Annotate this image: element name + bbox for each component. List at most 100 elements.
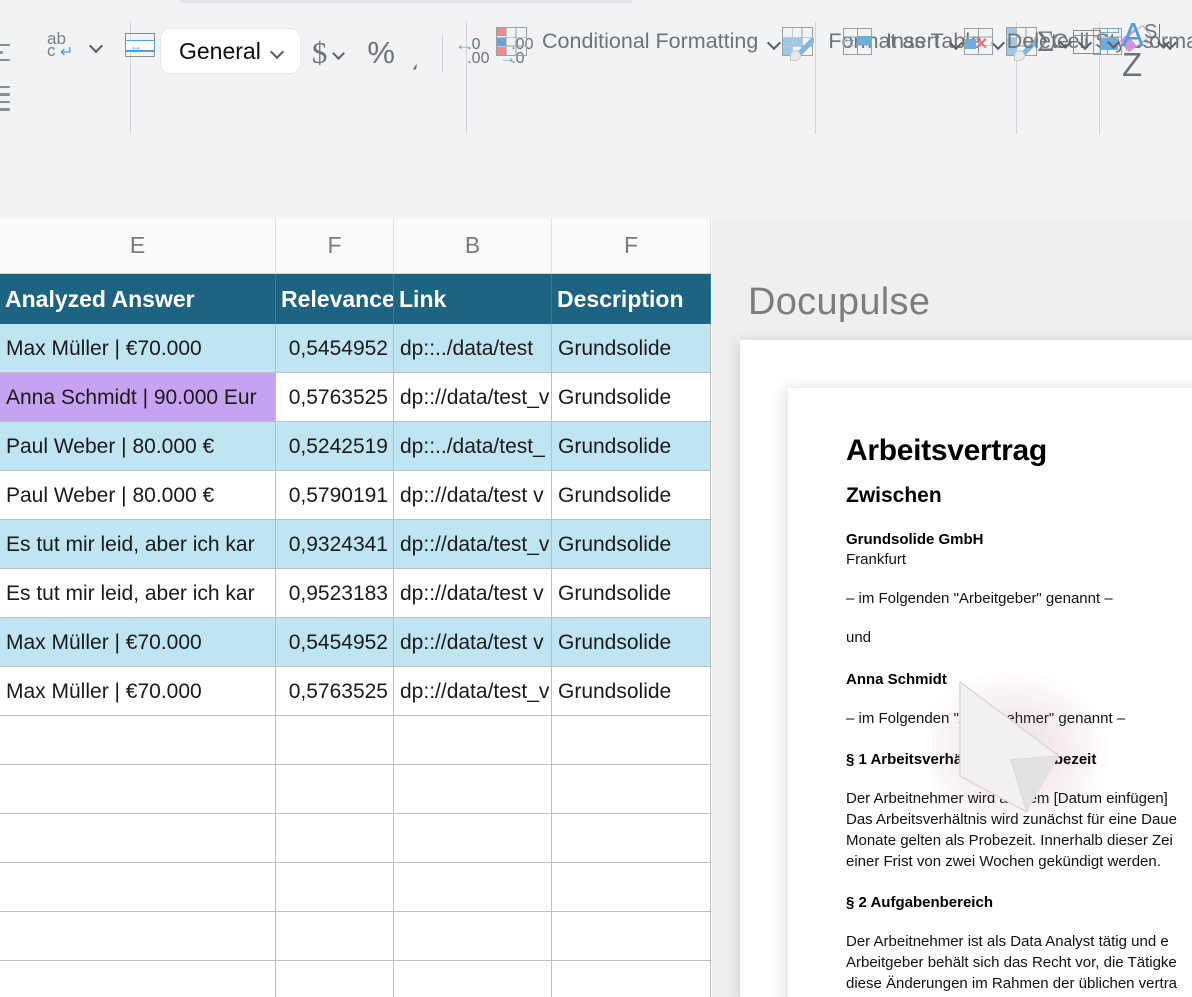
table-row-empty[interactable]	[0, 961, 712, 997]
table-row-empty[interactable]	[0, 863, 712, 912]
table-row[interactable]: Paul Weber | 80.000 €0,5790191 dp:://data…	[0, 471, 712, 520]
wrap-text-icon: ab c ↵	[47, 29, 74, 61]
percent-format-button[interactable]: %	[367, 35, 395, 71]
table-cell[interactable]: Grundsolide	[552, 373, 711, 422]
number-format-select[interactable]: General	[161, 29, 300, 73]
table-cell[interactable]: dp:://data/test_v	[394, 373, 552, 422]
employer-note: – im Folgenden "Arbeitgeber" genannt –	[846, 590, 1113, 607]
align-center-icon[interactable]	[0, 44, 10, 66]
table-cell-empty[interactable]	[276, 765, 394, 814]
table-cell-empty[interactable]	[394, 961, 552, 997]
table-cell-empty[interactable]	[0, 912, 276, 961]
table-cell-empty[interactable]	[394, 863, 552, 912]
table-cell[interactable]: Max Müller | €70.000	[0, 324, 276, 373]
table-cell[interactable]: 0,9523183	[276, 569, 394, 618]
table-cell[interactable]: Max Müller | €70.000	[0, 667, 276, 716]
insert-cells-button[interactable]: ← Insert	[842, 22, 963, 61]
table-cell[interactable]: dp::../data/test	[394, 324, 552, 373]
table-cell-empty[interactable]	[0, 961, 276, 997]
table-cell[interactable]: 0,5763525	[276, 667, 394, 716]
styles-group: Conditional Formatting Format as Table C…	[467, 18, 1154, 153]
section-1-title: § 1 Arbeitsverhältnis und Probezeit	[846, 751, 1097, 768]
autosum-button[interactable]: Σ	[1037, 22, 1072, 61]
table-cell-empty[interactable]	[394, 912, 552, 961]
comma-style-button[interactable]: ͵	[410, 35, 420, 71]
table-cell[interactable]: dp:://data/test v	[394, 569, 552, 618]
column-letter-b[interactable]: B	[394, 218, 552, 273]
table-cell[interactable]: 0,5454952	[276, 324, 394, 373]
table-cell-empty[interactable]	[394, 814, 552, 863]
table-cell[interactable]: dp:://data/test v	[394, 618, 552, 667]
table-cell[interactable]: Paul Weber | 80.000 €	[0, 422, 276, 471]
table-cell-empty[interactable]	[552, 912, 711, 961]
table-cell-empty[interactable]	[394, 765, 552, 814]
table-cell[interactable]: Es tut mir leid, aber ich kar	[0, 569, 276, 618]
table-row-empty[interactable]	[0, 814, 712, 863]
chevron-down-icon[interactable]	[333, 47, 345, 59]
table-cell-empty[interactable]	[552, 863, 711, 912]
table-cell-empty[interactable]	[0, 814, 276, 863]
excel-ribbon: abc↵ ↔ ab↗	[0, 0, 1192, 218]
align-justify-icon[interactable]	[0, 86, 10, 116]
table-cell[interactable]: Grundsolide	[552, 324, 711, 373]
table-row[interactable]: Anna Schmidt | 90.000 Eur 0,5763525 dp:://…	[0, 373, 712, 422]
table-cell[interactable]: Es tut mir leid, aber ich kar	[0, 520, 276, 569]
table-cell[interactable]: Max Müller | €70.000	[0, 618, 276, 667]
sort-filter-group[interactable]: A Z S F	[1100, 18, 1160, 153]
column-letter-f2[interactable]: F	[552, 218, 711, 273]
table-row[interactable]: Max Müller | €70.000 0,5454952 dp::../data…	[0, 324, 712, 373]
table-cell-empty[interactable]	[394, 716, 552, 765]
table-row[interactable]: Max Müller | €70.000 0,5454952 dp:://data/…	[0, 618, 712, 667]
section-2-body: Der Arbeitnehmer ist als Data Analyst tä…	[846, 931, 1192, 994]
table-cell[interactable]: Grundsolide	[552, 422, 711, 471]
chevron-down-icon[interactable]	[1158, 36, 1170, 48]
table-cell-empty[interactable]	[552, 961, 711, 997]
table-cell-empty[interactable]	[552, 716, 711, 765]
currency-format-button[interactable]: $	[312, 35, 328, 71]
table-cell[interactable]: dp::../data/test_	[394, 422, 552, 471]
table-cell-empty[interactable]	[276, 716, 394, 765]
table-row[interactable]: Es tut mir leid, aber ich kar 0,9324341 dp…	[0, 520, 712, 569]
table-cell[interactable]: Grundsolide	[552, 667, 711, 716]
table-cell[interactable]: Grundsolide	[552, 520, 711, 569]
table-cell[interactable]: dp:://data/test_v	[394, 667, 552, 716]
table-row-empty[interactable]	[0, 765, 712, 814]
table-cell[interactable]: 0,5242519	[276, 422, 394, 471]
table-row[interactable]: Max Müller | €70.000 0,5763525 dp:://data/…	[0, 667, 712, 716]
wrap-text-button[interactable]: ab c ↵	[26, 24, 103, 66]
chevron-down-icon[interactable]	[270, 44, 284, 58]
column-letter-e[interactable]: E	[0, 218, 276, 273]
table-cell[interactable]: 0,5454952	[276, 618, 394, 667]
spreadsheet-grid[interactable]: E F B F Analyzed Answer Relevance Link D…	[0, 218, 712, 997]
chevron-down-icon[interactable]	[767, 35, 781, 49]
chevron-down-icon[interactable]	[89, 38, 103, 52]
table-cell[interactable]: Grundsolide	[552, 471, 711, 520]
document-card[interactable]: Arbeitsvertrag Zwischen Grundsolide GmbH…	[788, 388, 1192, 997]
table-row-empty[interactable]	[0, 716, 712, 765]
table-cell[interactable]: Grundsolide	[552, 618, 711, 667]
table-cell[interactable]: Grundsolide	[552, 569, 711, 618]
table-cell-empty[interactable]	[276, 863, 394, 912]
column-letter-f[interactable]: F	[276, 218, 394, 273]
table-row[interactable]: Es tut mir leid, aber ich kar 0,9523183 dp…	[0, 569, 712, 618]
table-row[interactable]: Paul Weber | 80.000 €0,5242519 dp::../dat…	[0, 422, 712, 471]
table-cell[interactable]: 0,5790191	[276, 471, 394, 520]
table-cell-empty[interactable]	[0, 765, 276, 814]
chevron-down-icon[interactable]	[949, 35, 963, 49]
table-cell-empty[interactable]	[276, 814, 394, 863]
table-cell-empty[interactable]	[276, 912, 394, 961]
table-cell[interactable]: 0,9324341	[276, 520, 394, 569]
table-cell[interactable]: Paul Weber | 80.000 €	[0, 471, 276, 520]
chevron-down-icon[interactable]	[1060, 36, 1072, 48]
table-cell-empty[interactable]	[0, 863, 276, 912]
table-cell[interactable]: dp:://data/test v	[394, 471, 552, 520]
conditional-formatting-button[interactable]: Conditional Formatting	[495, 22, 781, 61]
table-cell[interactable]: 0,5763525	[276, 373, 394, 422]
table-cell-empty[interactable]	[276, 961, 394, 997]
table-row-empty[interactable]	[0, 912, 712, 961]
table-cell[interactable]: Anna Schmidt | 90.000 Eur	[0, 373, 276, 422]
table-cell[interactable]: dp:://data/test_v	[394, 520, 552, 569]
table-cell-empty[interactable]	[552, 814, 711, 863]
table-cell-empty[interactable]	[0, 716, 276, 765]
table-cell-empty[interactable]	[552, 765, 711, 814]
